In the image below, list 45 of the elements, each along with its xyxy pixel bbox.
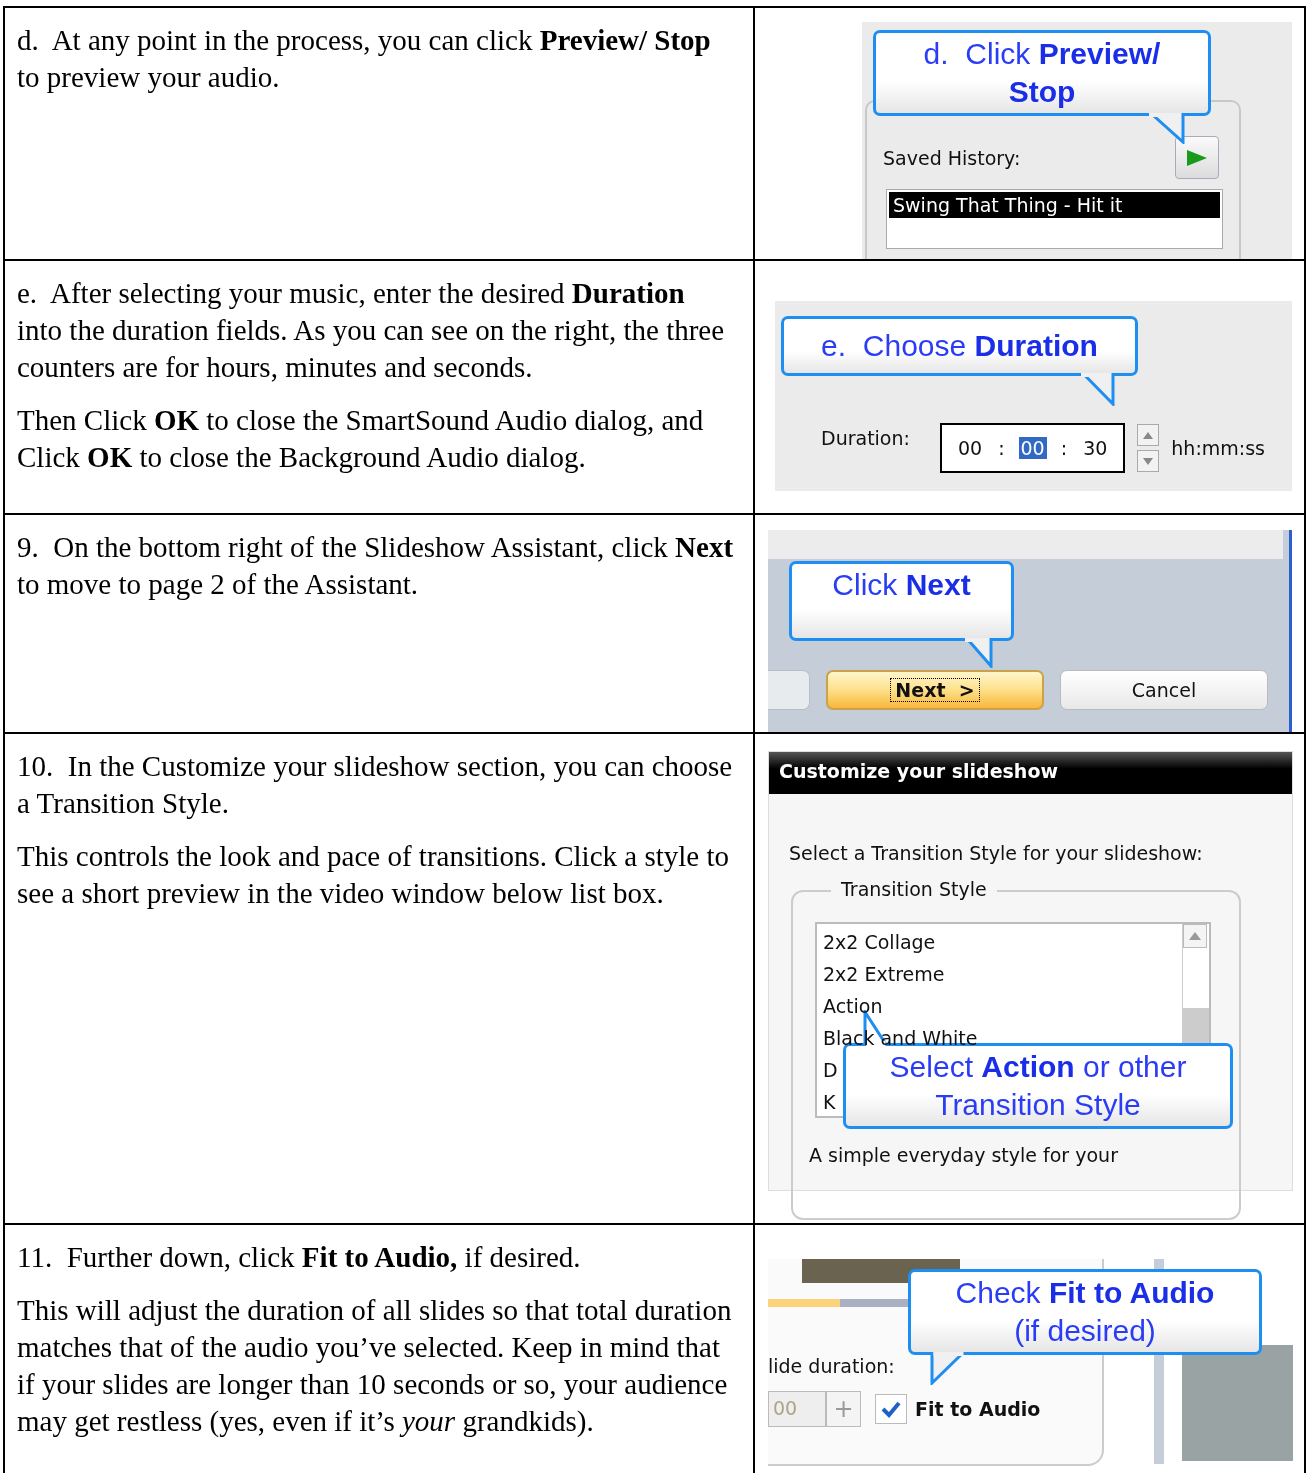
list-item[interactable]: 2x2 Extreme bbox=[823, 958, 945, 990]
play-button[interactable] bbox=[1175, 136, 1219, 179]
time-separator: : bbox=[998, 437, 1005, 459]
description-text: A simple everyday style for your bbox=[809, 1144, 1119, 1166]
list-item[interactable]: 2x2 Collage bbox=[823, 926, 936, 958]
time-separator: : bbox=[1060, 437, 1068, 459]
instruction-text: 11. Further down, click Fit to Audio, if desired. bbox=[17, 1240, 582, 1275]
field-label: Duration: bbox=[821, 427, 910, 449]
instruction-text: This controls the look and pace of transitions. Click a style to see a short preview in the video window below list box. bbox=[17, 839, 730, 911]
cancel-button[interactable]: Cancel bbox=[1060, 670, 1268, 710]
list-item[interactable]: Swing That Thing - Hit it bbox=[889, 192, 1220, 218]
checkmark-icon bbox=[881, 1400, 901, 1418]
next-button[interactable]: Next > bbox=[826, 670, 1044, 710]
instruction-text: d. At any point in the process, you can click Preview/ Stop to preview your audio. bbox=[17, 23, 712, 95]
time-value: 00 bbox=[1018, 437, 1047, 459]
field-label: Saved History: bbox=[883, 146, 1021, 169]
unit-label: hh:mm:ss bbox=[1171, 437, 1265, 459]
play-icon bbox=[1186, 148, 1208, 167]
prompt-text: Select a Transition Style for your slideshow: bbox=[788, 841, 1204, 864]
callout-text: d. Click Preview/ Stop bbox=[923, 37, 1161, 108]
list-item[interactable]: Action bbox=[823, 990, 883, 1022]
scroll-up-icon[interactable] bbox=[1183, 924, 1207, 948]
callout-text: e. Choose Duration bbox=[821, 329, 1098, 362]
time-value: 00 bbox=[956, 437, 984, 459]
instruction-text: e. After selecting your music, enter the desired Duration into the duration fields. As you can see on the right, the three counters are for hours, minutes and seconds. bbox=[17, 276, 726, 385]
spin-down-button[interactable] bbox=[1137, 450, 1160, 472]
list-item[interactable]: D bbox=[823, 1054, 838, 1086]
spin-up-button[interactable] bbox=[1137, 424, 1160, 446]
callout-text: Click Next bbox=[832, 568, 971, 601]
group-label: Transition Style bbox=[831, 878, 997, 900]
time-field[interactable]: 00 : 00 : 30 bbox=[939, 423, 1126, 473]
instruction-text: 9. On the bottom right of the Slideshow Assistant, click Next to move to page 2 of the Assistant. bbox=[17, 530, 735, 602]
up-arrow-icon bbox=[1143, 431, 1154, 439]
list-item[interactable]: K bbox=[823, 1086, 836, 1118]
instruction-text: This will adjust the duration of all slides so that total duration matches that of the audio you’ve selected. Keep in mind that if your slides are longer than 10 seconds or so, your audience may get restless (yes, even if it’s your grandkids). bbox=[17, 1293, 733, 1439]
callout-text: Select Action or other Transition Style bbox=[889, 1050, 1187, 1121]
checkbox[interactable] bbox=[875, 1394, 907, 1424]
callout-text: Check Fit to Audio (if desired) bbox=[955, 1276, 1215, 1347]
dialog-title: Customize your slideshow bbox=[769, 752, 1292, 794]
field-label: lide duration: bbox=[768, 1355, 895, 1377]
down-arrow-icon bbox=[1143, 457, 1154, 465]
instruction-text: 10. In the Customize your slideshow section, you can choose a Transition Style. bbox=[17, 749, 734, 821]
checkbox-label: Fit to Audio bbox=[915, 1398, 1041, 1420]
time-value: 30 bbox=[1082, 437, 1109, 459]
instruction-text: Then Click OK to close the SmartSound Audio dialog, and Click OK to close the Background Audio dialog. bbox=[17, 403, 705, 475]
